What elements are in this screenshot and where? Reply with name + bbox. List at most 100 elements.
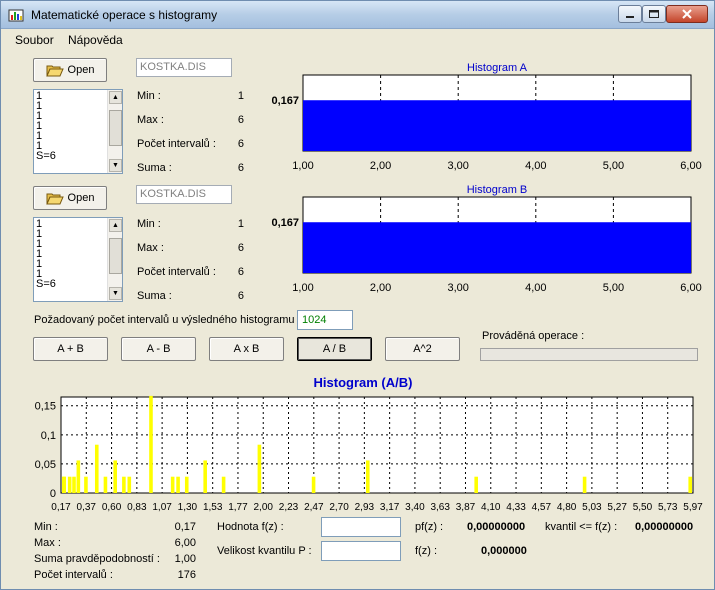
- quantile-size-input[interactable]: [321, 541, 401, 561]
- hist-result-x-tick-label: 4,33: [506, 502, 526, 513]
- result-sum-value: 1,00: [174, 553, 196, 565]
- scroll-up-icon[interactable]: ▲: [109, 91, 122, 104]
- hist-result-x-tick-label: 0,17: [51, 502, 71, 513]
- list-a-scrollbar[interactable]: ▲ ▼: [107, 90, 122, 173]
- list-b-items: 1 1 1 1 1 1 S=6: [36, 219, 56, 290]
- minimize-button[interactable]: [618, 5, 642, 23]
- scroll-thumb[interactable]: [109, 110, 122, 146]
- pfz-label: pf(z) :: [415, 521, 444, 533]
- hist-result-x-tick-label: 2,93: [355, 502, 375, 513]
- result-min-label: Min :: [34, 521, 58, 533]
- open-b-label: Open: [67, 192, 95, 204]
- histogram-result-chart: Histogram (A/B) 0 0,05 0,1 0,15 0,17 0,37 0,60 0…: [35, 375, 704, 513]
- values-list-b[interactable]: 1 1 1 1 1 1 S=6 ▲ ▼: [33, 217, 123, 302]
- hist-result-x-tick-label: 1,07: [152, 502, 172, 513]
- hist-result-x-tick-label: 5,03: [582, 502, 602, 513]
- hist-result-bar: [113, 460, 117, 493]
- op-divide-button[interactable]: A / B: [297, 337, 372, 361]
- scroll-up-icon[interactable]: ▲: [109, 219, 122, 232]
- hist-result-bar: [257, 444, 262, 493]
- scroll-thumb[interactable]: [109, 238, 122, 274]
- op-subtract-button[interactable]: A - B: [121, 337, 196, 361]
- close-button[interactable]: [666, 5, 708, 23]
- hist-a-bar: [303, 100, 691, 151]
- close-icon: [682, 9, 692, 19]
- requested-intervals-input[interactable]: [297, 310, 353, 330]
- open-a-button[interactable]: Open: [33, 58, 107, 82]
- hist-result-bar: [184, 476, 189, 493]
- sum-b-label: Suma :: [137, 290, 172, 302]
- hist-result-x-tick-label: 4,10: [481, 502, 501, 513]
- hist-a-x-tick-label: 6,00: [680, 160, 701, 172]
- hist-b-bar: [303, 222, 691, 273]
- hist-result-bar: [94, 444, 99, 493]
- sum-a-label: Suma :: [137, 162, 172, 174]
- fz-value-input[interactable]: [321, 517, 401, 537]
- filename-a: KOSTKA.DIS: [136, 58, 232, 77]
- hist-result-x-tick-label: 4,57: [532, 502, 552, 513]
- requested-intervals-label: Požadovaný počet intervalů u výsledného …: [34, 314, 301, 326]
- hist-result-x-tick-label: 5,73: [658, 502, 678, 513]
- hist-b-x-tick-label: 5,00: [603, 282, 624, 294]
- hist-result-x-tick-label: 1,30: [178, 502, 198, 513]
- hist-result-bar: [221, 476, 226, 493]
- hist-b-x-tick-label: 3,00: [447, 282, 468, 294]
- hist-result-x-tick-label: 0,83: [127, 502, 147, 513]
- hist-result-y-tick-label: 0,15: [35, 401, 56, 413]
- intervals-a-value: 6: [237, 138, 244, 150]
- op-square-button[interactable]: A^2: [385, 337, 460, 361]
- fz-result-value: 0,000000: [481, 545, 527, 557]
- hist-result-x-tick-label: 3,63: [430, 502, 450, 513]
- fz-value-label: Hodnota f(z) :: [217, 521, 284, 533]
- list-b-scrollbar[interactable]: ▲ ▼: [107, 218, 122, 301]
- hist-a-x-tick-label: 2,00: [370, 160, 391, 172]
- intervals-b-value: 6: [237, 266, 244, 278]
- hist-result-x-tick-label: 4,80: [557, 502, 577, 513]
- app-icon: [8, 9, 24, 22]
- max-b-value: 6: [237, 242, 244, 254]
- open-a-label: Open: [67, 64, 95, 76]
- min-b-label: Min :: [137, 218, 161, 230]
- title-bar[interactable]: Matematické operace s histogramy: [1, 1, 714, 29]
- max-a-label: Max :: [137, 114, 164, 126]
- hist-result-bar: [474, 476, 478, 493]
- open-b-button[interactable]: Open: [33, 186, 107, 210]
- hist-result-bar: [365, 460, 370, 493]
- hist-result-bar: [176, 476, 180, 493]
- b-list-item[interactable]: S=6: [36, 279, 56, 290]
- hist-result-title: Histogram (A/B): [314, 375, 413, 390]
- sum-b-value: 6: [237, 290, 244, 302]
- quantile-size-label: Velikost kvantilu P :: [217, 545, 312, 557]
- hist-a-title: Histogram A: [467, 62, 528, 74]
- hist-a-x-tick-label: 4,00: [525, 160, 546, 172]
- hist-b-x-tick-label: 4,00: [525, 282, 546, 294]
- histogram-a-chart: Histogram A 0,167 1,00 2,00 3,00 4,00 5,00 6,00: [271, 62, 701, 172]
- hist-result-x-tick-label: 5,97: [683, 502, 703, 513]
- op-add-button[interactable]: A + B: [33, 337, 108, 361]
- result-sum-label: Suma pravděpodobností :: [34, 553, 160, 565]
- maximize-button[interactable]: [642, 5, 666, 23]
- hist-result-x-tick-label: 3,17: [380, 502, 400, 513]
- hist-result-x-tick-label: 2,00: [254, 502, 274, 513]
- values-list-a[interactable]: 1 1 1 1 1 1 S=6 ▲ ▼: [33, 89, 123, 174]
- folder-open-icon: [45, 65, 64, 77]
- scroll-down-icon[interactable]: ▼: [109, 159, 122, 172]
- hist-result-bar: [127, 476, 132, 493]
- menu-soubor[interactable]: Soubor: [15, 33, 54, 47]
- hist-b-x-tick-label: 6,00: [680, 282, 701, 294]
- hist-result-y-tick-label: 0,05: [35, 459, 56, 471]
- hist-result-bar: [62, 476, 67, 493]
- hist-result-bar: [122, 476, 126, 493]
- folder-open-icon: [45, 193, 64, 205]
- a-list-item[interactable]: S=6: [36, 151, 56, 162]
- hist-result-x-tick-label: 2,70: [329, 502, 349, 513]
- menu-napoveda[interactable]: Nápověda: [68, 33, 123, 47]
- scroll-down-icon[interactable]: ▼: [109, 287, 122, 300]
- result-max-label: Max :: [34, 537, 61, 549]
- hist-result-x-tick-label: 0,37: [77, 502, 97, 513]
- hist-result-bar: [76, 460, 81, 493]
- hist-result-bar: [688, 476, 692, 493]
- hist-result-y-tick-label: 0,1: [41, 430, 56, 442]
- op-multiply-button[interactable]: A x B: [209, 337, 284, 361]
- hist-b-y-label: 0,167: [271, 217, 299, 229]
